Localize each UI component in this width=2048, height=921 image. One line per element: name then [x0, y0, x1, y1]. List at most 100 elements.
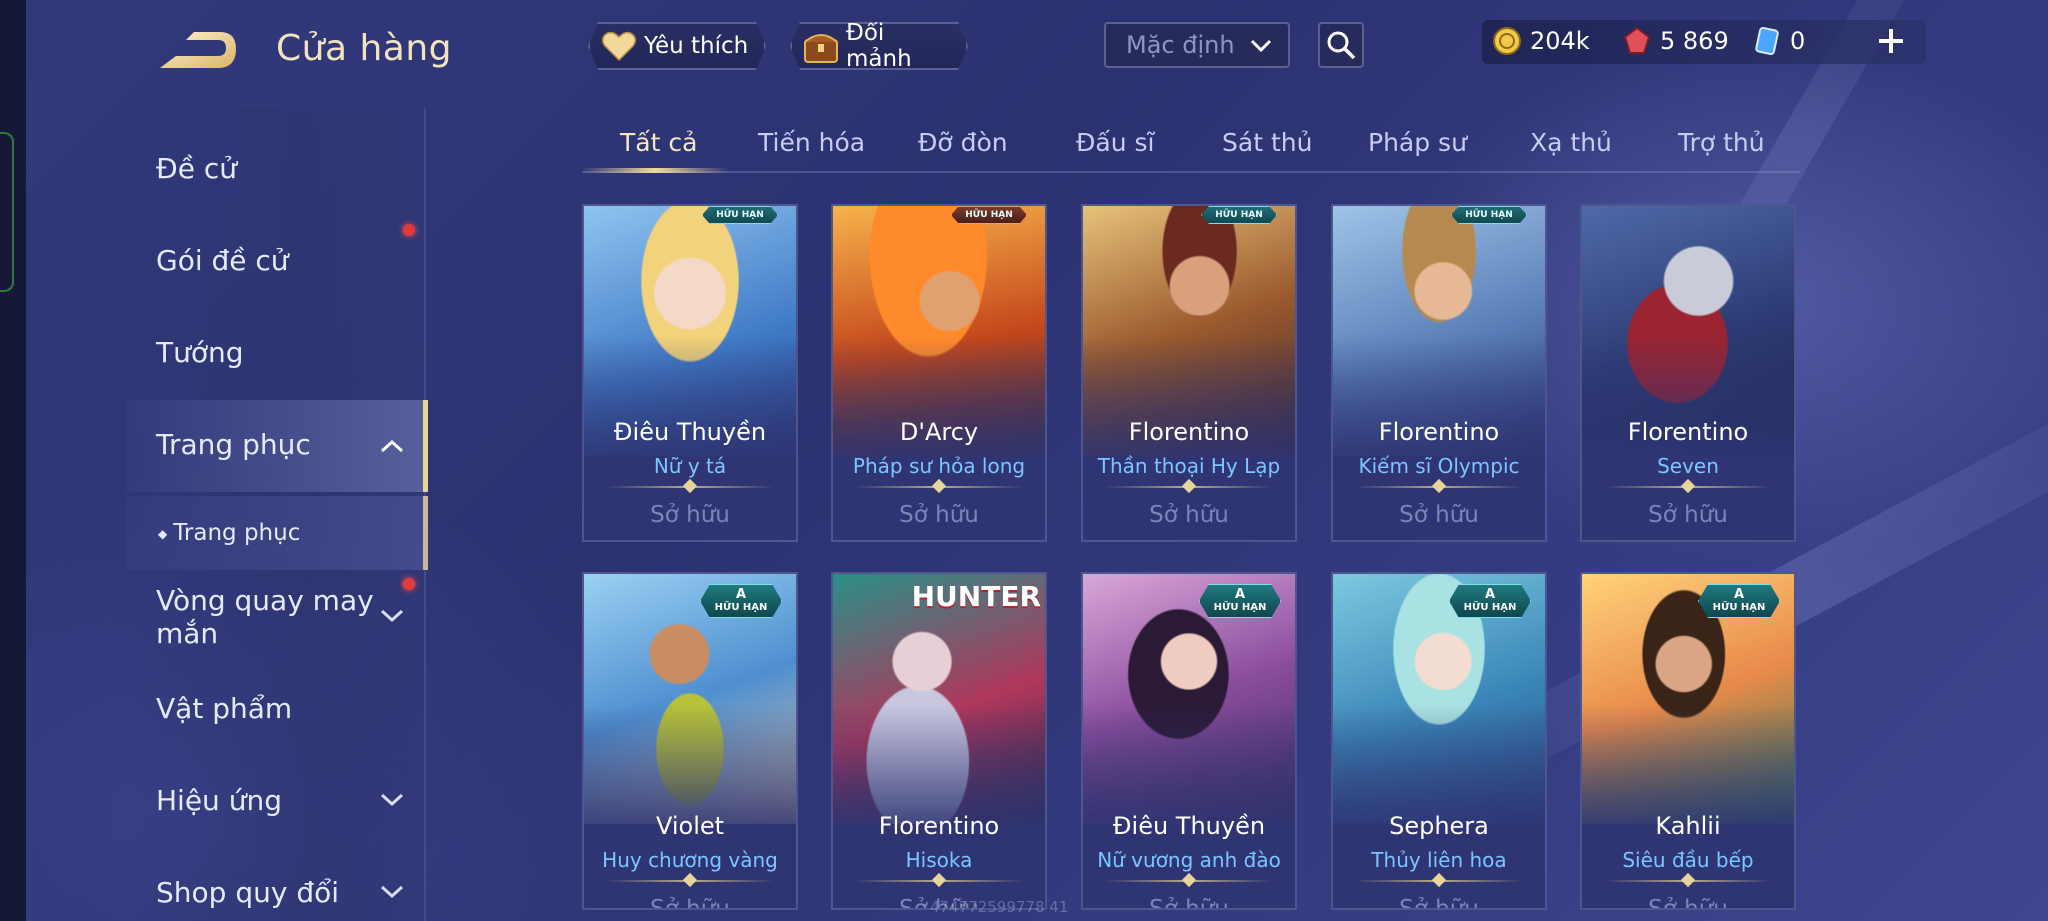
divider-ornament: [682, 478, 698, 494]
skin-info: Florentino Kiếm sĩ Olympic Sở hữu: [1333, 410, 1545, 540]
sidebar-active-indicator: [423, 400, 428, 492]
tab-evolution[interactable]: Tiến hóa: [758, 128, 865, 157]
owned-status: Sở hữu: [1648, 502, 1728, 528]
skin-name: Huy chương vàng: [602, 848, 778, 872]
tab-all[interactable]: Tất cả: [620, 128, 697, 157]
sidebar-subitem-label: Trang phục: [173, 520, 301, 546]
sidebar-item-recommended[interactable]: Đề cử: [156, 152, 237, 185]
sidebar-subitem-indicator: [423, 496, 428, 570]
chevron-up-icon[interactable]: [378, 438, 406, 454]
skin-name: Pháp sư hỏa long: [852, 454, 1026, 478]
skin-info: Kahlii Siêu đầu bếp Sở hữu: [1582, 804, 1794, 908]
ruby-amount: 5 869: [1660, 27, 1729, 55]
skin-name: Nữ vương anh đào: [1097, 848, 1281, 872]
limited-badge: HỮU HẠN: [1451, 206, 1527, 224]
owned-status: Sở hữu: [650, 502, 730, 528]
tab-fighter[interactable]: Đấu sĩ: [1076, 128, 1154, 157]
tabs-divider: [582, 171, 1800, 173]
gold-currency: 204k: [1492, 26, 1590, 56]
hero-name: Kahlii: [1655, 812, 1721, 840]
tab-support[interactable]: Trợ thủ: [1678, 128, 1765, 157]
hunter-logo: HUNTER: [911, 580, 1041, 613]
back-button[interactable]: [156, 28, 240, 74]
owned-status: Sở hữu: [1399, 502, 1479, 528]
tab-tank[interactable]: Đỡ đòn: [918, 128, 1008, 157]
skin-info: Florentino Hisoka Sở hữu: [833, 804, 1045, 908]
owned-status: Sở hữu: [1399, 896, 1479, 910]
limited-badge: HỮU HẠN: [702, 206, 778, 224]
owned-status: Sở hữu: [899, 502, 979, 528]
hero-name: Sephera: [1389, 812, 1489, 840]
hero-name: Florentino: [1627, 418, 1749, 446]
add-currency-button[interactable]: [1874, 24, 1908, 58]
sidebar-item-recommended-packs[interactable]: Gói đề cử: [156, 244, 289, 277]
sidebar-subitem-skins[interactable]: ◆ Trang phục: [158, 520, 300, 546]
chevron-down-icon: [1250, 39, 1272, 53]
sidebar-item-effects[interactable]: Hiệu ứng: [156, 784, 282, 817]
skin-name: Siêu đầu bếp: [1622, 848, 1754, 872]
tab-marksman[interactable]: Xạ thủ: [1530, 128, 1612, 157]
sidebar-item-items[interactable]: Vật phẩm: [156, 692, 292, 725]
hero-name: Florentino: [878, 812, 1000, 840]
divider-ornament: [1181, 478, 1197, 494]
sort-dropdown[interactable]: Mặc định: [1104, 22, 1290, 68]
skin-name: Kiếm sĩ Olympic: [1358, 454, 1520, 478]
skin-card[interactable]: HỮU HẠN Florentino Kiếm sĩ Olympic Sở hữ…: [1331, 204, 1547, 542]
skin-card[interactable]: HỮU HẠN Florentino Thần thoại Hy Lạp Sở …: [1081, 204, 1297, 542]
skin-info: Florentino Thần thoại Hy Lạp Sở hữu: [1083, 410, 1295, 540]
divider-ornament: [1680, 872, 1696, 888]
sidebar-item-lucky-spin[interactable]: Vòng quay may mắn: [156, 584, 386, 650]
ruby-icon: [1623, 26, 1651, 54]
tier-a-badge: A HỮU HẠN: [1449, 584, 1531, 618]
tier-a-badge: A HỮU HẠN: [700, 584, 782, 618]
page-title: Cửa hàng: [276, 28, 453, 69]
heart-icon: [600, 27, 638, 65]
treasure-chest-icon: [802, 27, 840, 65]
exchange-shards-label: Đổi mảnh: [846, 20, 912, 72]
tier-a-badge: A HỮU HẠN: [1698, 584, 1780, 618]
divider-ornament: [931, 872, 947, 888]
sidebar-item-skins[interactable]: Trang phục: [156, 428, 311, 461]
owned-status: Sở hữu: [1149, 896, 1229, 910]
search-button[interactable]: [1318, 22, 1364, 68]
skin-card[interactable]: A HỮU HẠN Điêu Thuyền Nữ vương anh đào Sở…: [1081, 572, 1297, 910]
bullet-icon: ◆: [158, 526, 168, 541]
owned-status: Sở hữu: [1149, 502, 1229, 528]
search-icon: [1327, 31, 1356, 60]
skin-card[interactable]: HỮU HẠN Điêu Thuyền Nữ y tá Sở hữu: [582, 204, 798, 542]
skin-card[interactable]: HỮU HẠN D'Arcy Pháp sư hỏa long Sở hữu: [831, 204, 1047, 542]
sidebar-item-exchange-shop[interactable]: Shop quy đổi: [156, 876, 339, 909]
side-handle[interactable]: [0, 132, 14, 292]
limited-badge: HỮU HẠN: [951, 206, 1027, 224]
skin-card[interactable]: A HỮU HẠN Kahlii Siêu đầu bếp Sở hữu: [1580, 572, 1796, 910]
skin-card[interactable]: Florentino Seven Sở hữu: [1580, 204, 1796, 542]
skin-card[interactable]: HUNTER Florentino Hisoka Sở hữu: [831, 572, 1047, 910]
chevron-down-icon[interactable]: [378, 883, 406, 899]
voucher-amount: 0: [1790, 27, 1806, 55]
tab-assassin[interactable]: Sát thủ: [1222, 128, 1312, 157]
skin-info: Sephera Thủy liên hoa Sở hữu: [1333, 804, 1545, 910]
chevron-down-icon[interactable]: [378, 791, 406, 807]
hero-name: Florentino: [1378, 418, 1500, 446]
tab-mage[interactable]: Pháp sư: [1368, 128, 1467, 157]
sort-value: Mặc định: [1126, 31, 1235, 59]
skin-card[interactable]: A HỮU HẠN Sephera Thủy liên hoa Sở hữu: [1331, 572, 1547, 910]
notification-dot: [403, 578, 415, 590]
skin-info: Điêu Thuyền Nữ y tá Sở hữu: [584, 410, 796, 540]
chevron-down-icon[interactable]: [378, 607, 406, 623]
divider-ornament: [682, 872, 698, 888]
hero-name: Violet: [655, 812, 725, 840]
notification-dot: [403, 224, 415, 236]
skin-info: Điêu Thuyền Nữ vương anh đào Sở hữu: [1083, 804, 1295, 910]
favorite-button[interactable]: Yêu thích: [588, 22, 766, 70]
sidebar-item-heroes[interactable]: Tướng: [156, 336, 244, 369]
voucher-currency: 0: [1752, 26, 1805, 56]
skin-info: Florentino Seven Sở hữu: [1582, 410, 1794, 540]
exchange-shards-button[interactable]: Đổi mảnh: [790, 22, 968, 70]
plus-icon: [1879, 29, 1903, 53]
divider-ornament: [1181, 872, 1197, 888]
skin-name: Thần thoại Hy Lạp: [1097, 454, 1281, 478]
divider-ornament: [1680, 478, 1696, 494]
skin-card[interactable]: A HỮU HẠN Violet Huy chương vàng Sở hữu: [582, 572, 798, 910]
owned-status: Sở hữu: [650, 896, 730, 910]
